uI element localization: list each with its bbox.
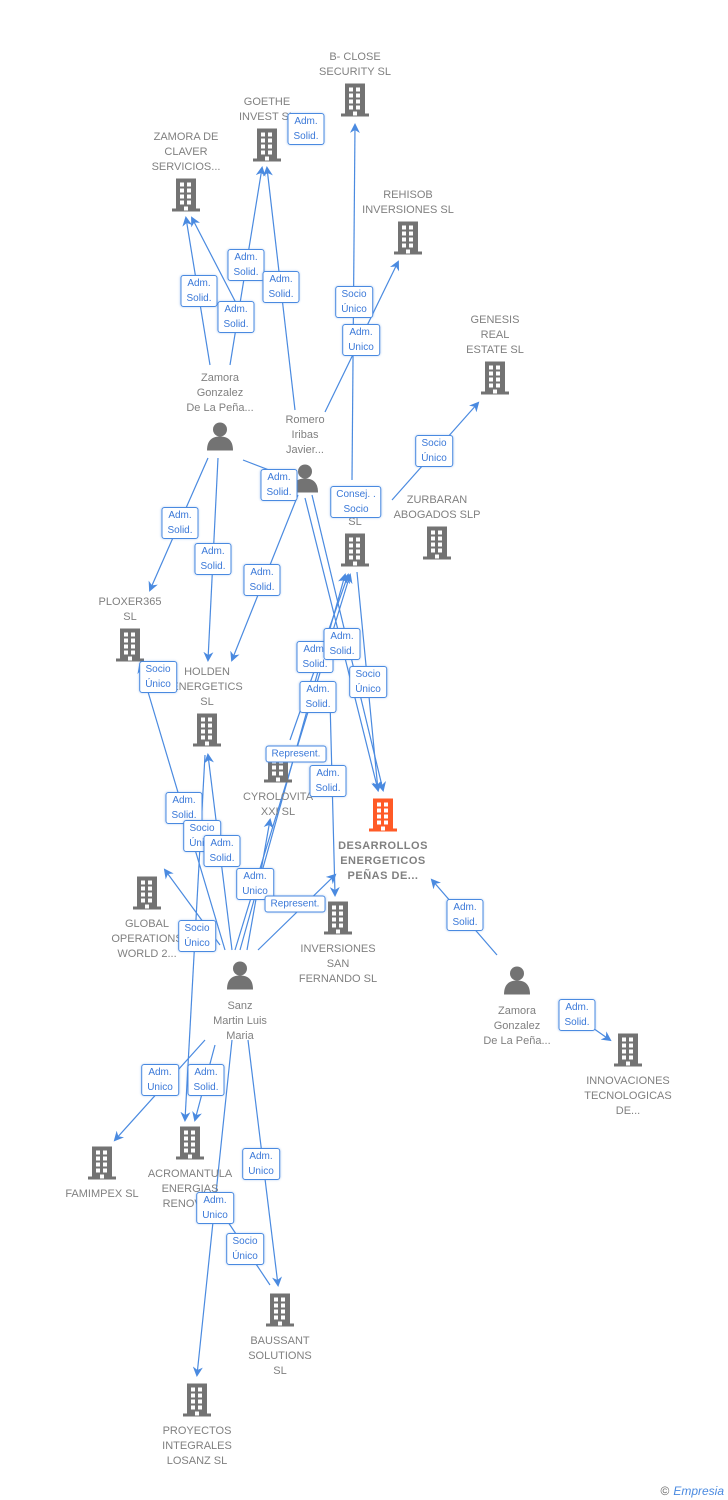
building-icon[interactable] — [264, 1292, 296, 1333]
relation-label[interactable]: Adm. Solid. — [262, 271, 300, 303]
building-icon[interactable] — [322, 900, 354, 941]
relation-label[interactable]: Consej. . Socio — [330, 486, 382, 518]
person-node-label[interactable]: Zamora Gonzalez De La Peña... — [165, 371, 275, 416]
relation-label[interactable]: Adm. Solid. — [309, 765, 347, 797]
company-node-label[interactable]: BAUSSANT SOLUTIONS SL — [225, 1334, 335, 1379]
building-icon[interactable] — [339, 82, 371, 123]
relation-label[interactable]: Adm. Solid. — [243, 564, 281, 596]
relation-label[interactable]: Adm. Solid. — [203, 835, 241, 867]
network-diagram: © Empresia B- CLOSE SECURITY SL GOETHE INV… — [0, 0, 728, 1500]
node-name: DESARROLLOS ENERGETICOS PEÑAS DE... — [338, 840, 428, 882]
building-icon[interactable] — [170, 177, 202, 218]
relation-label[interactable]: Represent. — [265, 745, 327, 763]
relation-label[interactable]: Adm. Solid. — [187, 1064, 225, 1096]
building-icon[interactable] — [174, 1125, 206, 1166]
company-node-label[interactable]: INVERSIONES SAN FERNANDO SL — [283, 942, 393, 987]
relation-label[interactable]: Adm. Unico — [141, 1064, 179, 1096]
footer-brand[interactable]: © Empresia — [660, 1484, 724, 1498]
relation-label[interactable]: Socio Único — [178, 920, 216, 952]
node-name: B- CLOSE SECURITY SL — [319, 51, 391, 78]
company-node-label[interactable]: INNOVACIONES TECNOLOGICAS DE... — [573, 1074, 683, 1119]
building-icon[interactable] — [191, 712, 223, 753]
node-name: INVERSIONES SAN FERNANDO SL — [298, 943, 378, 985]
relation-label[interactable]: Adm. Solid. — [260, 469, 298, 501]
node-name: BAUSSANT SOLUTIONS SL — [248, 1335, 312, 1377]
relation-label[interactable]: Socio Único — [335, 286, 373, 318]
building-icon[interactable] — [131, 875, 163, 916]
relation-label[interactable]: Adm. Solid. — [299, 681, 337, 713]
node-name: Romero Iribas Javier... — [285, 414, 325, 456]
company-node-label[interactable]: REHISOB INVERSIONES SL — [353, 188, 463, 218]
relation-label[interactable]: Socio Único — [226, 1233, 264, 1265]
person-icon[interactable] — [225, 960, 255, 995]
building-icon[interactable] — [612, 1032, 644, 1073]
relation-label[interactable]: Adm. Solid. — [217, 301, 255, 333]
building-icon[interactable] — [251, 127, 283, 168]
node-name: PLOXER365 SL — [98, 596, 162, 623]
relation-label[interactable]: Adm. Solid. — [227, 249, 265, 281]
relation-label[interactable]: Adm. Solid. — [323, 628, 361, 660]
company-node-label[interactable]: GENESIS REAL ESTATE SL — [440, 313, 550, 358]
relation-label[interactable]: Adm. Unico — [342, 324, 380, 356]
node-name: INNOVACIONES TECNOLOGICAS DE... — [584, 1075, 672, 1117]
relation-label[interactable]: Socio Único — [139, 661, 177, 693]
person-icon[interactable] — [205, 421, 235, 456]
node-name: Zamora Gonzalez De La Peña... — [186, 372, 254, 414]
node-name: ZURBARAN ABOGADOS SLP — [393, 494, 481, 521]
building-icon[interactable] — [86, 1145, 118, 1186]
relation-label[interactable]: Adm. Solid. — [446, 899, 484, 931]
building-icon[interactable] — [181, 1382, 213, 1423]
node-name: Zamora Gonzalez De La Peña... — [483, 1005, 551, 1047]
node-name: PROYECTOS INTEGRALES LOSANZ SL — [162, 1425, 232, 1467]
relation-label[interactable]: Represent. — [264, 895, 326, 913]
building-icon[interactable] — [479, 360, 511, 401]
relation-label[interactable]: Adm. Solid. — [194, 543, 232, 575]
relation-label[interactable]: Socio Único — [349, 666, 387, 698]
relation-label[interactable]: Adm. Solid. — [180, 275, 218, 307]
company-node-label[interactable]: B- CLOSE SECURITY SL — [300, 50, 410, 80]
node-name: GENESIS REAL ESTATE SL — [466, 314, 524, 356]
edges-layer — [113, 123, 612, 1377]
node-name: Sanz Martin Luis Maria — [213, 1000, 267, 1042]
person-node-label[interactable]: Romero Iribas Javier... — [250, 413, 360, 458]
building-icon[interactable] — [392, 220, 424, 261]
company-node-label[interactable]: PLOXER365 SL — [75, 595, 185, 625]
company-node-label[interactable]: PROYECTOS INTEGRALES LOSANZ SL — [142, 1424, 252, 1469]
relation-label[interactable]: Socio Único — [415, 435, 453, 467]
relation-label[interactable]: Adm. Solid. — [558, 999, 596, 1031]
node-name: REHISOB INVERSIONES SL — [362, 189, 454, 216]
building-icon[interactable] — [421, 525, 453, 566]
building-icon[interactable] — [339, 532, 371, 573]
company-node-label[interactable]: ZAMORA DE CLAVER SERVICIOS... — [131, 130, 241, 175]
company-node-label[interactable]: ZURBARAN ABOGADOS SLP — [382, 493, 492, 523]
company-node-label[interactable]: DESARROLLOS ENERGETICOS PEÑAS DE... — [328, 839, 438, 884]
relation-label[interactable]: Adm. Unico — [196, 1192, 234, 1224]
relation-label[interactable]: Adm. Unico — [242, 1148, 280, 1180]
node-name: ZAMORA DE CLAVER SERVICIOS... — [151, 131, 221, 173]
relation-label[interactable]: Adm. Solid. — [287, 113, 325, 145]
relation-label[interactable]: Adm. Solid. — [161, 507, 199, 539]
person-node-label[interactable]: Zamora Gonzalez De La Peña... — [462, 1004, 572, 1049]
person-node-label[interactable]: Sanz Martin Luis Maria — [185, 999, 295, 1044]
person-icon[interactable] — [502, 965, 532, 1000]
building-icon[interactable] — [367, 797, 399, 838]
